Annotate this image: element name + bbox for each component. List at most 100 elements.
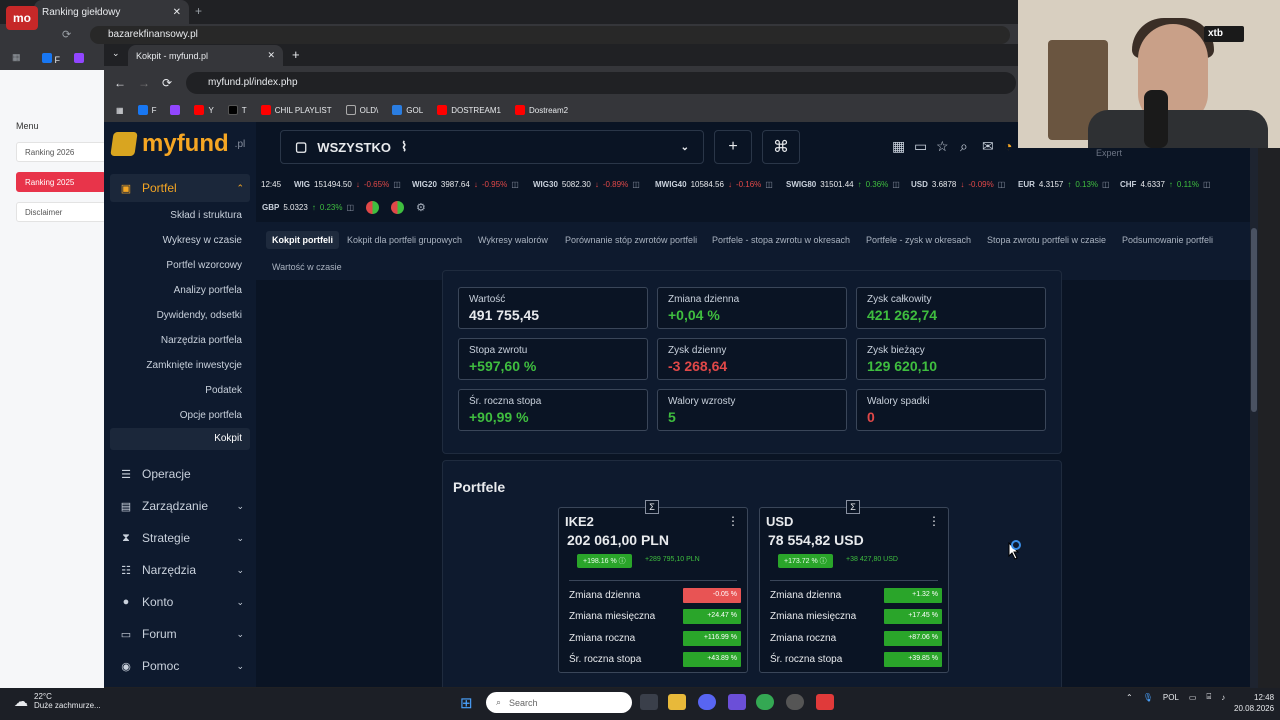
nav-operacje[interactable]: ☰ Operacje [110, 460, 250, 488]
twitch-icon[interactable] [74, 53, 84, 65]
subnav-tab[interactable]: Wykresy walorów [472, 231, 554, 249]
ticker-item[interactable]: WIG 151494.50 ↓ -0.65% ◫ [294, 180, 401, 189]
task-view-icon[interactable] [640, 694, 658, 710]
bookmark[interactable]: OLD\ [345, 105, 378, 115]
sigma-icon[interactable]: Σ [645, 500, 659, 514]
chrome-icon[interactable] [756, 694, 774, 710]
market-status-icon[interactable] [366, 201, 379, 214]
portfolio-select[interactable]: ▢ WSZYSTKO ⌇ ⌄ [280, 130, 704, 164]
nav-zarzadzanie[interactable]: ▤ Zarządzanie ⌄ [110, 492, 250, 520]
ticker-item[interactable]: CHF 4.6337 ↑ 0.11% ◫ [1120, 180, 1211, 189]
ticker-item[interactable]: SWIG80 31501.44 ↑ 0.36% ◫ [786, 180, 900, 189]
sub-item-portfel-wzorcowy[interactable]: Portfel wzorcowy [166, 260, 242, 271]
settings-icon[interactable]: ⚙ [416, 201, 426, 214]
star-icon[interactable]: ☆ [936, 138, 949, 155]
search-icon[interactable]: ⌕ [960, 138, 968, 155]
taskbar-search[interactable]: ⌕ Search [486, 692, 632, 713]
sub-item-opcje[interactable]: Opcje portfela [180, 410, 242, 421]
sub-item-wykresy[interactable]: Wykresy w czasie [163, 235, 242, 246]
grid-icon[interactable]: ▦ [892, 138, 905, 155]
more-icon[interactable]: ⋮ [928, 514, 940, 528]
obs-icon[interactable] [786, 694, 804, 710]
bg-bookmark[interactable]: F [42, 53, 60, 65]
bookmark[interactable] [170, 105, 181, 115]
scrollbar-thumb[interactable] [1251, 228, 1257, 412]
mail-icon[interactable]: ✉ [982, 138, 994, 155]
discord-icon[interactable] [698, 694, 716, 710]
bell-icon[interactable]: ◔ [1004, 138, 1012, 154]
subnav-tab[interactable]: Wartość w czasie [266, 258, 348, 276]
app-icon[interactable] [816, 694, 834, 710]
nav-portfel[interactable]: ▣ Portfel ⌃ [110, 174, 250, 202]
volume-icon[interactable]: ♪ [1221, 693, 1225, 702]
market-status-icon[interactable] [391, 201, 404, 214]
chevron-up-icon[interactable]: ⌃ [1126, 693, 1133, 702]
apps-icon[interactable]: ▦ [12, 52, 21, 63]
sub-item-dywidendy[interactable]: Dywidendy, odsetki [157, 310, 242, 321]
tab-list-icon[interactable]: ⌄ [112, 48, 120, 59]
close-icon[interactable]: ✕ [173, 7, 181, 18]
bg-menu-item[interactable]: Ranking 2026 [16, 142, 106, 162]
sub-item-narzedzia[interactable]: Narzędzia portfela [161, 335, 242, 346]
forward-icon[interactable]: → [138, 76, 150, 90]
sub-item-podatek[interactable]: Podatek [205, 385, 242, 396]
sigma-icon[interactable]: Σ [846, 500, 860, 514]
sub-item-kokpit[interactable]: Kokpit [214, 433, 242, 444]
bg-address-bar[interactable]: bazarekfinansowy.pl [90, 26, 1010, 44]
bookmark[interactable]: DOSTREAM1 [437, 105, 501, 115]
portfolio-card[interactable]: Σ USD ⋮ 78 554,82 USD +173.72 % ⓘ +38 427,80 … [759, 500, 949, 673]
back-icon[interactable]: ← [114, 76, 126, 90]
sub-item-analizy[interactable]: Analizy portfela [174, 285, 242, 296]
ticker-item[interactable]: GBP 5.0323 ↑ 0.23% ◫ [262, 203, 354, 212]
app-icon[interactable] [728, 694, 746, 710]
new-tab-icon[interactable]: + [195, 4, 202, 18]
nav-strategie[interactable]: ⧗ Strategie ⌄ [110, 524, 250, 552]
bg-menu-item-active[interactable]: Ranking 2025 [16, 172, 106, 192]
new-tab-icon[interactable]: + [292, 47, 300, 62]
add-button[interactable]: + [714, 130, 752, 164]
bookmark[interactable]: F [137, 105, 156, 115]
subnav-tab[interactable]: Kokpit dla portfeli grupowych [341, 231, 468, 249]
nav-forum[interactable]: ▭ Forum ⌄ [110, 620, 250, 648]
subnav-tab[interactable]: Porównanie stóp zwrotów portfeli [559, 231, 703, 249]
nav-konto[interactable]: ● Konto ⌄ [110, 588, 250, 616]
subnav-tab[interactable]: Stopa zwrotu portfeli w czasie [981, 231, 1112, 249]
subnav-tab[interactable]: Podsumowanie portfeli [1116, 231, 1219, 249]
bookmark[interactable]: T [227, 105, 247, 115]
bg-tab[interactable]: Ranking giełdowy ✕ [34, 0, 189, 24]
subnav-tab[interactable]: Kokpit portfeli [266, 231, 339, 249]
bookmark[interactable]: Dostream2 [514, 105, 568, 115]
microphone-icon[interactable]: 🎙 [1143, 693, 1153, 702]
close-icon[interactable]: ✕ [267, 50, 275, 61]
folder-icon[interactable]: ▭ [914, 138, 927, 155]
subnav-tab[interactable]: Portfele - stopa zwrotu w okresach [706, 231, 856, 249]
ticker-item[interactable]: MWIG40 10584.56 ↓ -0.16% ◫ [655, 180, 773, 189]
nav-narzedzia[interactable]: ☷ Narzędzia ⌄ [110, 556, 250, 584]
weather-widget[interactable]: ☁ 22°C Duże zachmurze... [14, 692, 101, 710]
language-indicator[interactable]: POL [1163, 693, 1179, 702]
ticker-item[interactable]: USD 3.6878 ↓ -0.09% ◫ [911, 180, 1005, 189]
ticker-item[interactable]: EUR 4.3157 ↑ 0.13% ◫ [1018, 180, 1110, 189]
ticker-item[interactable]: WIG30 5082.30 ↓ -0.89% ◫ [533, 180, 640, 189]
sub-item-sklad[interactable]: Skład i struktura [170, 210, 242, 221]
reload-icon[interactable]: ⟳ [62, 28, 71, 41]
sub-item-zamkniete[interactable]: Zamknięte inwestycje [146, 360, 242, 371]
apps-icon[interactable]: ▦ [116, 106, 124, 115]
nav-pomoc[interactable]: ◉ Pomoc ⌄ [110, 652, 250, 680]
browser-tab[interactable]: Kokpit - myfund.pl ✕ [128, 45, 283, 66]
file-explorer-icon[interactable] [668, 694, 686, 710]
command-button[interactable]: ⌘ [762, 130, 800, 164]
subnav-tab[interactable]: Portfele - zysk w okresach [860, 231, 977, 249]
ticker-item[interactable]: WIG20 3987.64 ↓ -0.95% ◫ [412, 180, 519, 189]
myfund-logo[interactable]: myfund .pl [110, 130, 245, 158]
display-icon[interactable]: ▭ [1189, 693, 1197, 702]
network-icon[interactable]: ⌸ [1206, 692, 1211, 702]
bookmark[interactable]: Y [194, 105, 214, 115]
reload-icon[interactable]: ⟳ [162, 76, 172, 90]
bg-menu-item[interactable]: Disclaimer [16, 202, 106, 222]
bookmark[interactable]: CHIL PLAYLIST [260, 105, 332, 115]
bookmark[interactable]: GOL [392, 105, 423, 115]
windows-start-icon[interactable]: ⊞ [460, 694, 473, 712]
clock[interactable]: 12:48 20.08.2026 [1234, 692, 1274, 714]
more-icon[interactable]: ⋮ [727, 514, 739, 528]
